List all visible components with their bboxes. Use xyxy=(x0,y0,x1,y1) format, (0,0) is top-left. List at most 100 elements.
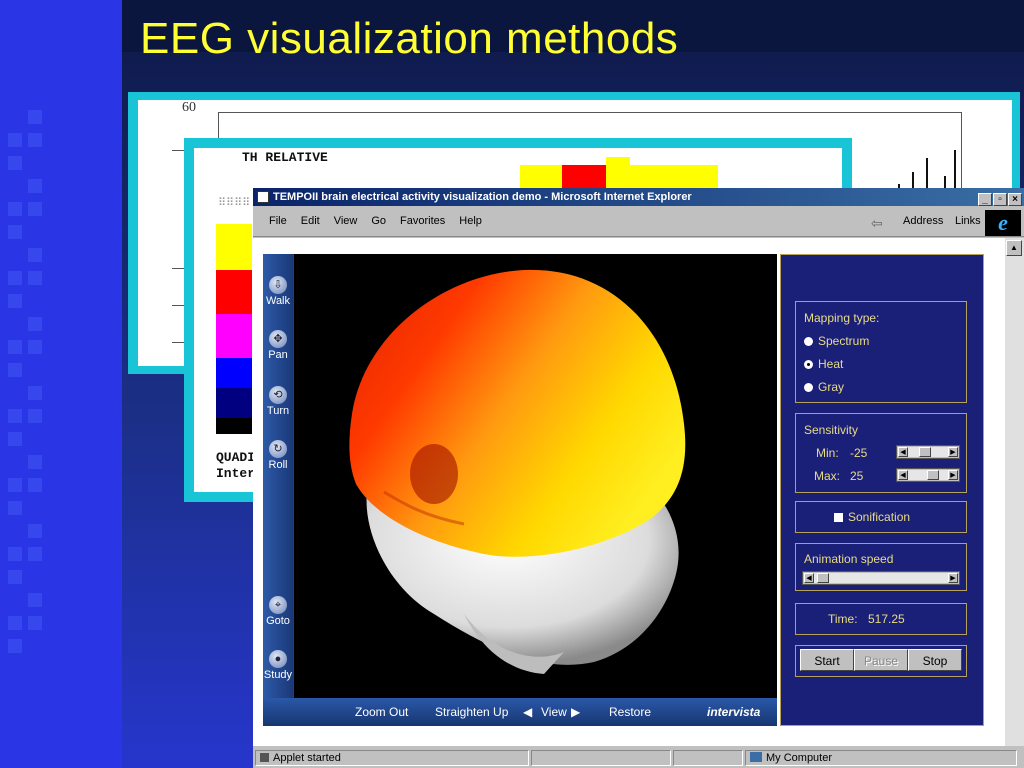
nav-study-button[interactable]: ● Study xyxy=(263,650,293,681)
animation-speed-title: Animation speed xyxy=(804,552,894,566)
slider-left-arrow-icon[interactable]: ◀ xyxy=(804,573,814,583)
slider-thumb[interactable] xyxy=(919,447,931,457)
nav-walk-button[interactable]: ⇩ Walk xyxy=(263,276,293,307)
decor-square xyxy=(28,340,42,354)
decor-square xyxy=(8,202,22,216)
slider-track xyxy=(814,573,948,583)
min-value: -25 xyxy=(850,446,868,460)
sonification-checkbox[interactable]: Sonification xyxy=(834,510,910,524)
links-label[interactable]: Links xyxy=(955,215,981,227)
sensitivity-title: Sensitivity xyxy=(804,423,859,437)
mapping-type-title: Mapping type: xyxy=(804,311,880,325)
decor-square xyxy=(28,202,42,216)
browser-titlebar[interactable]: TEMPOII brain electrical activity visual… xyxy=(253,188,1024,206)
min-slider[interactable]: ◀ ▶ xyxy=(896,445,960,459)
time-value: 517.25 xyxy=(868,612,905,626)
decor-square xyxy=(8,478,22,492)
topomap-label: TH RELATIVE xyxy=(242,150,328,165)
decor-square xyxy=(28,133,42,147)
study-icon: ● xyxy=(269,650,287,668)
nav-label: Goto xyxy=(266,615,290,627)
vertical-scrollbar[interactable]: ▲ xyxy=(1005,238,1024,746)
intervista-logo: intervista xyxy=(707,705,761,719)
nav-goto-button[interactable]: ⌖ Goto xyxy=(263,596,293,627)
radio-icon xyxy=(804,337,813,346)
color-bar-blue xyxy=(216,358,252,388)
page-content: ⇩ Walk ✥ Pan ⟲ Turn ↻ Roll ⌖ Goto ● Study xyxy=(253,238,1005,746)
decorative-squares xyxy=(0,110,122,670)
decor-square xyxy=(8,432,22,446)
decor-square xyxy=(8,271,22,285)
start-button[interactable]: Start xyxy=(800,649,854,671)
stop-button[interactable]: Stop xyxy=(908,649,962,671)
radio-heat[interactable]: Heat xyxy=(804,357,843,371)
menu-item-favorites[interactable]: Favorites xyxy=(400,215,445,227)
viewer-nav-rail: ⇩ Walk ✥ Pan ⟲ Turn ↻ Roll ⌖ Goto ● Study xyxy=(263,254,293,698)
nav-turn-button[interactable]: ⟲ Turn xyxy=(263,386,293,417)
pause-button[interactable]: Pause xyxy=(854,649,908,671)
max-label: Max: xyxy=(814,469,841,483)
animation-speed-group: Animation speed ◀ ▶ xyxy=(795,543,967,591)
animation-speed-slider[interactable]: ◀ ▶ xyxy=(802,571,960,585)
axis-top-label: 60 xyxy=(182,100,196,115)
slider-thumb[interactable] xyxy=(817,573,829,583)
decor-square xyxy=(28,110,42,124)
radio-selected-icon xyxy=(804,360,813,369)
goto-icon: ⌖ xyxy=(269,596,287,614)
slider-left-arrow-icon[interactable]: ◀ xyxy=(898,447,908,457)
menu-item-go[interactable]: Go xyxy=(371,215,386,227)
nav-label: Pan xyxy=(268,349,288,361)
slider-right-arrow-icon[interactable]: ▶ xyxy=(948,447,958,457)
vrml-viewer: ⇩ Walk ✥ Pan ⟲ Turn ↻ Roll ⌖ Goto ● Study xyxy=(263,254,777,726)
control-panel: Mapping type: Spectrum Heat Gray Sensiti… xyxy=(780,254,984,726)
slider-right-arrow-icon[interactable]: ▶ xyxy=(948,573,958,583)
menu-item-file[interactable]: File xyxy=(269,215,287,227)
checkbox-icon xyxy=(834,513,843,522)
applet-icon xyxy=(260,753,269,762)
decor-square xyxy=(28,593,42,607)
decor-square xyxy=(28,386,42,400)
nav-label: Roll xyxy=(268,459,288,471)
minimize-button[interactable]: _ xyxy=(978,193,992,206)
zoom-out-button[interactable]: Zoom Out xyxy=(355,705,408,719)
menu-item-view[interactable]: View xyxy=(334,215,358,227)
brain-3d-scene[interactable] xyxy=(294,254,777,698)
head-heatmap-render xyxy=(349,269,686,674)
computer-icon xyxy=(750,752,762,762)
max-slider[interactable]: ◀ ▶ xyxy=(896,468,960,482)
close-button[interactable]: × xyxy=(1008,193,1022,206)
menu-item-help[interactable]: Help xyxy=(459,215,482,227)
view-next-icon[interactable]: ▶ xyxy=(571,705,580,719)
view-button[interactable]: View xyxy=(541,705,567,719)
slider-thumb[interactable] xyxy=(927,470,939,480)
menu-item-edit[interactable]: Edit xyxy=(301,215,320,227)
maximize-button[interactable]: ▫ xyxy=(993,193,1007,206)
decor-square xyxy=(8,340,22,354)
pan-icon: ✥ xyxy=(269,330,287,348)
nav-roll-button[interactable]: ↻ Roll xyxy=(263,440,293,471)
viewer-bottom-bar: Zoom Out Straighten Up ◀ View ▶ Restore … xyxy=(263,698,777,726)
decor-square xyxy=(28,524,42,538)
decor-square xyxy=(8,133,22,147)
slider-left-arrow-icon[interactable]: ◀ xyxy=(898,470,908,480)
straighten-up-button[interactable]: Straighten Up xyxy=(435,705,508,719)
decor-square xyxy=(28,455,42,469)
view-prev-icon[interactable]: ◀ xyxy=(523,705,532,719)
restore-button[interactable]: Restore xyxy=(609,705,651,719)
topomap-caption: QUADI Inter xyxy=(216,450,255,482)
radio-spectrum[interactable]: Spectrum xyxy=(804,334,869,348)
sensitivity-group: Sensitivity Min: -25 ◀ ▶ Max: 25 ◀ ▶ xyxy=(795,413,967,493)
decor-square xyxy=(28,271,42,285)
caption-line: QUADI xyxy=(216,450,256,465)
color-bar-black xyxy=(216,418,252,434)
slider-right-arrow-icon[interactable]: ▶ xyxy=(948,470,958,480)
radio-gray[interactable]: Gray xyxy=(804,380,844,394)
nav-label: Study xyxy=(263,669,293,681)
dotted-marker: ⠿⠿⠿⠿ xyxy=(218,198,251,210)
nav-pan-button[interactable]: ✥ Pan xyxy=(263,330,293,361)
scroll-up-icon[interactable]: ▲ xyxy=(1006,240,1022,256)
back-arrow-icon[interactable]: ⇦ xyxy=(871,215,883,232)
radio-icon xyxy=(804,383,813,392)
decor-square xyxy=(8,156,22,170)
address-label[interactable]: Address xyxy=(903,215,943,227)
